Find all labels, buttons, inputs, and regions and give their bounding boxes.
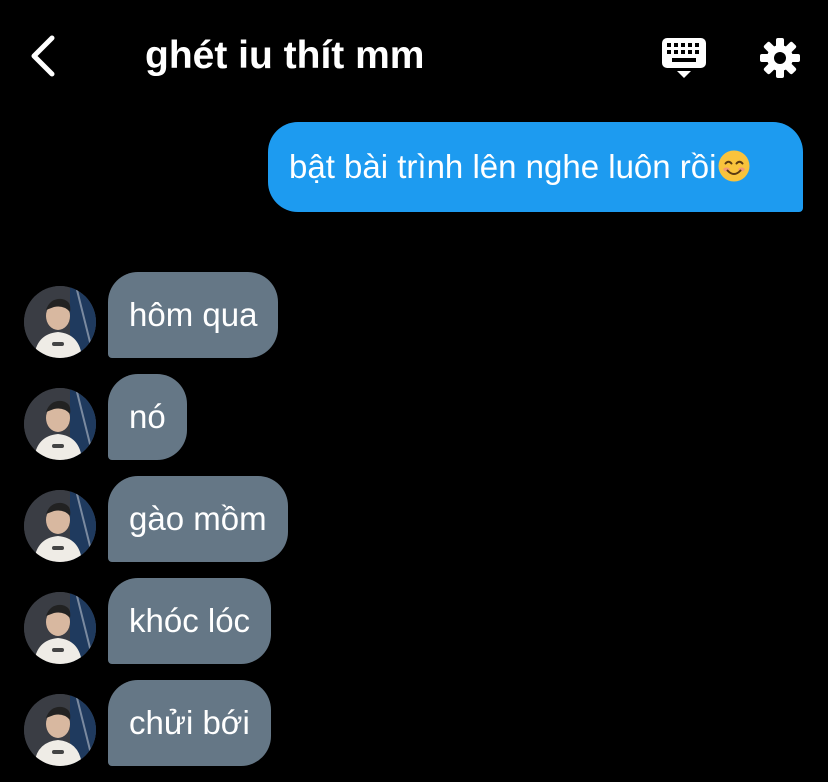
- incoming-message-row: khóc lóc: [0, 578, 828, 664]
- incoming-message-row: nó: [0, 374, 828, 460]
- gear-icon: [760, 38, 800, 78]
- avatar[interactable]: [24, 286, 96, 358]
- keyboard-button[interactable]: [660, 36, 708, 80]
- keyboard-icon: [662, 38, 706, 78]
- avatar[interactable]: [24, 592, 96, 664]
- outgoing-message[interactable]: bật bài trình lên nghe luôn rồi: [268, 122, 803, 212]
- incoming-message-bubble[interactable]: khóc lóc: [108, 578, 272, 664]
- incoming-message-row: chửi bới: [0, 680, 828, 766]
- chevron-left-icon: [31, 35, 55, 77]
- avatar[interactable]: [24, 388, 96, 460]
- incoming-message-bubble[interactable]: chửi bới: [108, 680, 271, 766]
- incoming-message-row: gào mồm: [0, 476, 828, 562]
- incoming-message-bubble[interactable]: gào mồm: [108, 476, 288, 562]
- avatar-image: [24, 388, 96, 460]
- avatar-image: [24, 592, 96, 664]
- conversation-title: ghét iu thít mm: [145, 34, 425, 77]
- back-button[interactable]: [22, 30, 66, 82]
- message-list[interactable]: bật bài trình lên nghe luôn rồi hôm qua: [0, 112, 828, 782]
- avatar[interactable]: [24, 694, 96, 766]
- avatar-image: [24, 490, 96, 562]
- incoming-message-bubble[interactable]: hôm qua: [108, 272, 279, 358]
- avatar[interactable]: [24, 490, 96, 562]
- settings-button[interactable]: [756, 34, 804, 82]
- avatar-image: [24, 286, 96, 358]
- smiling-face-emoji: [718, 150, 750, 182]
- incoming-message-row: hôm qua: [0, 272, 828, 358]
- avatar-image: [24, 694, 96, 766]
- incoming-message-bubble[interactable]: nó: [108, 374, 187, 460]
- outgoing-message-text: bật bài trình lên nghe luôn rồi: [289, 148, 717, 185]
- conversation-header: ghét iu thít mm: [0, 0, 828, 112]
